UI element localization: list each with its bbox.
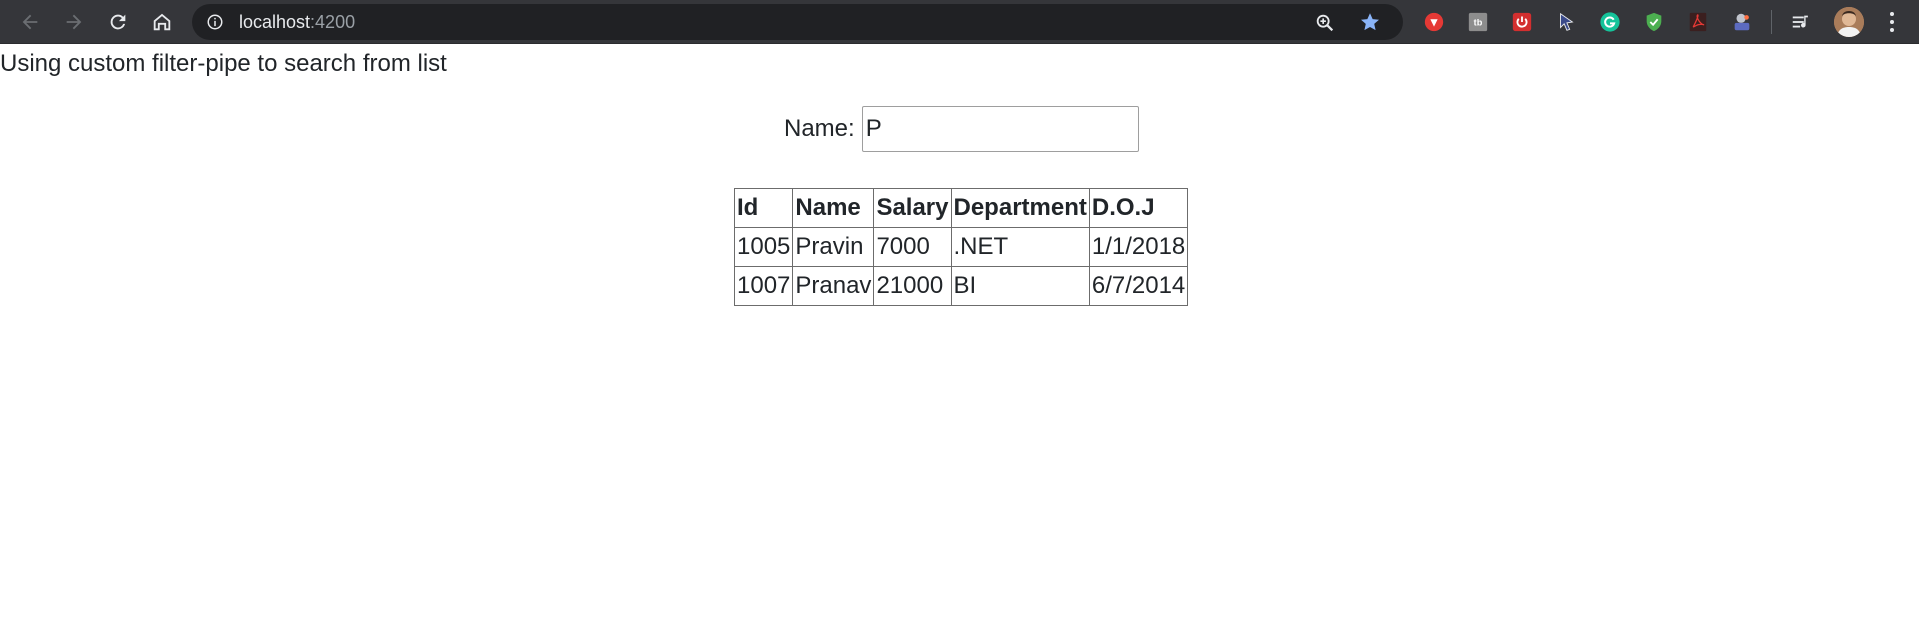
- column-header-department: Department: [950, 188, 1090, 228]
- url-text[interactable]: localhost:4200: [239, 12, 355, 32]
- red-extension-icon[interactable]: [1421, 9, 1447, 35]
- svg-text:tb: tb: [1474, 18, 1483, 28]
- arrow-right-icon: [66, 14, 82, 30]
- power-extension-icon[interactable]: [1509, 9, 1535, 35]
- reload-button[interactable]: [102, 6, 134, 38]
- grammarly-icon[interactable]: [1597, 9, 1623, 35]
- url-port: :4200: [310, 12, 356, 32]
- page-content: Using custom filter-pipe to search from …: [0, 45, 1919, 640]
- cell-doj: 1/1/2018: [1088, 227, 1189, 267]
- profile-avatar[interactable]: [1834, 7, 1864, 37]
- employee-table: Id Name Salary Department D.O.J 1005 Pra…: [733, 188, 1189, 306]
- reload-icon: [110, 14, 126, 30]
- cell-name: Pranav: [792, 266, 875, 306]
- tb-extension-icon[interactable]: tb: [1465, 9, 1491, 35]
- browser-toolbar: localhost:4200 tb: [0, 0, 1919, 44]
- url-host: localhost: [239, 12, 311, 32]
- forward-button[interactable]: [58, 6, 90, 38]
- cell-doj: 6/7/2014: [1088, 266, 1189, 306]
- name-filter-row: Name:: [784, 106, 1139, 152]
- table-header-row: Id Name Salary Department D.O.J: [733, 188, 1189, 228]
- shield-extension-icon[interactable]: [1641, 9, 1667, 35]
- kebab-menu-icon[interactable]: [1882, 9, 1902, 35]
- cell-salary: 7000: [873, 227, 952, 267]
- cell-name: Pravin: [792, 227, 875, 267]
- cell-id: 1007: [733, 266, 794, 306]
- table-row: 1007 Pranav 21000 BI 6/7/2014: [733, 266, 1189, 306]
- cursor-extension-icon[interactable]: [1553, 9, 1579, 35]
- table-row: 1005 Pravin 7000 .NET 1/1/2018: [733, 227, 1189, 267]
- page-heading: Using custom filter-pipe to search from …: [0, 50, 447, 77]
- column-header-salary: Salary: [873, 188, 952, 228]
- address-bar[interactable]: localhost:4200: [192, 4, 1403, 40]
- cell-id: 1005: [733, 227, 794, 267]
- column-header-name: Name: [792, 188, 875, 228]
- pdf-extension-icon[interactable]: [1685, 9, 1711, 35]
- reading-list-icon[interactable]: [1788, 9, 1814, 35]
- back-button[interactable]: [14, 6, 46, 38]
- paint-extension-icon[interactable]: [1729, 9, 1755, 35]
- arrow-left-icon: [22, 14, 38, 30]
- info-icon[interactable]: [206, 13, 224, 31]
- toolbar-divider: [1771, 10, 1772, 34]
- column-header-doj: D.O.J: [1088, 188, 1189, 228]
- cell-department: BI: [950, 266, 1090, 306]
- column-header-id: Id: [733, 188, 794, 228]
- home-icon: [153, 13, 171, 31]
- star-icon[interactable]: [1359, 11, 1381, 33]
- home-button[interactable]: [146, 6, 178, 38]
- cell-department: .NET: [950, 227, 1090, 267]
- zoom-icon[interactable]: [1314, 12, 1336, 34]
- name-filter-label: Name:: [784, 115, 855, 142]
- name-filter-input[interactable]: [861, 106, 1139, 152]
- cell-salary: 21000: [873, 266, 952, 306]
